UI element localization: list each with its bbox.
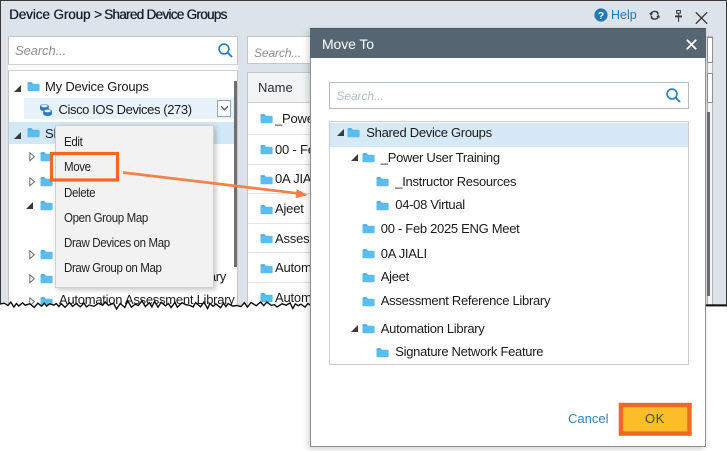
svg-text:?: ? — [597, 10, 603, 22]
